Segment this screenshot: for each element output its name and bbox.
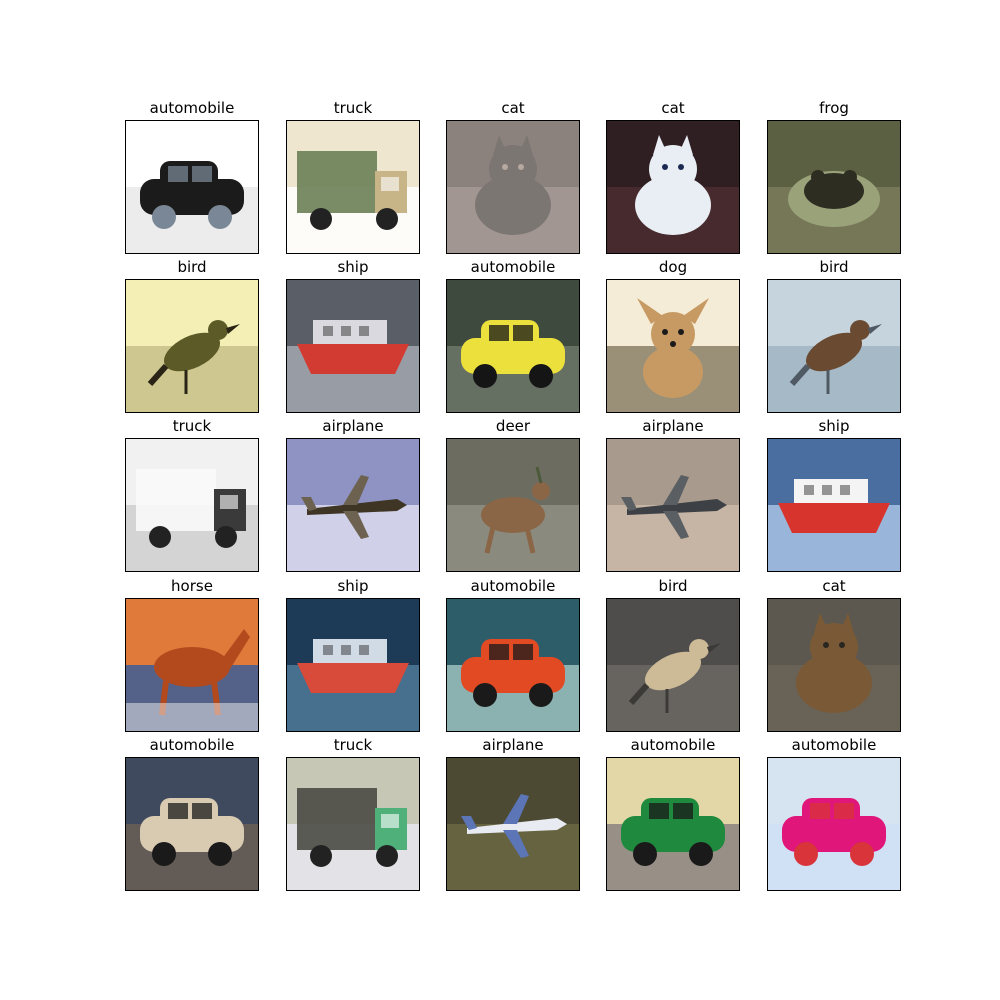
- image-title: automobile: [630, 736, 716, 754]
- image-tile: automobile: [125, 736, 259, 891]
- bird-photo: [125, 279, 259, 413]
- cat-photo: [446, 120, 580, 254]
- image-tile: automobile: [446, 258, 580, 413]
- cat-photo: [767, 598, 901, 732]
- image-title: airplane: [322, 417, 384, 435]
- image-title: ship: [337, 577, 369, 595]
- image-tile: frog: [767, 99, 901, 254]
- image-title: cat: [822, 577, 846, 595]
- image-title: automobile: [791, 736, 877, 754]
- image-tile: bird: [606, 577, 740, 732]
- image-title: bird: [177, 258, 207, 276]
- image-tile: automobile: [125, 99, 259, 254]
- car-photo: [606, 757, 740, 891]
- image-tile: cat: [446, 99, 580, 254]
- image-tile: bird: [125, 258, 259, 413]
- image-title: cat: [501, 99, 525, 117]
- airplane-photo: [446, 757, 580, 891]
- image-title: bird: [819, 258, 849, 276]
- cat-photo: [606, 120, 740, 254]
- ship-photo: [286, 279, 420, 413]
- deer-photo: [446, 438, 580, 572]
- car-photo: [446, 279, 580, 413]
- image-title: ship: [337, 258, 369, 276]
- bird-photo: [767, 279, 901, 413]
- image-tile: horse: [125, 577, 259, 732]
- image-title: frog: [819, 99, 849, 117]
- image-tile: airplane: [286, 417, 420, 572]
- truck-photo: [286, 757, 420, 891]
- image-tile: dog: [606, 258, 740, 413]
- image-tile: cat: [606, 99, 740, 254]
- car-photo: [767, 757, 901, 891]
- image-tile: truck: [286, 736, 420, 891]
- image-tile: truck: [125, 417, 259, 572]
- image-title: automobile: [149, 736, 235, 754]
- bird-photo: [606, 598, 740, 732]
- image-tile: airplane: [446, 736, 580, 891]
- dog-photo: [606, 279, 740, 413]
- image-title: cat: [661, 99, 685, 117]
- ship-photo: [767, 438, 901, 572]
- image-title: airplane: [642, 417, 704, 435]
- truck-photo: [286, 120, 420, 254]
- image-title: automobile: [149, 99, 235, 117]
- ship-photo: [286, 598, 420, 732]
- image-tile: automobile: [606, 736, 740, 891]
- image-title: ship: [818, 417, 850, 435]
- truck-photo: [125, 438, 259, 572]
- image-tile: deer: [446, 417, 580, 572]
- airplane-photo: [606, 438, 740, 572]
- car-photo: [446, 598, 580, 732]
- image-grid: automobile truck cat cat frog bird ship …: [0, 0, 1000, 1000]
- image-title: truck: [172, 417, 212, 435]
- image-tile: airplane: [606, 417, 740, 572]
- image-title: bird: [658, 577, 688, 595]
- image-tile: ship: [286, 577, 420, 732]
- image-title: horse: [171, 577, 213, 595]
- image-tile: bird: [767, 258, 901, 413]
- image-title: automobile: [470, 577, 556, 595]
- image-tile: truck: [286, 99, 420, 254]
- image-tile: cat: [767, 577, 901, 732]
- image-tile: automobile: [446, 577, 580, 732]
- image-tile: ship: [286, 258, 420, 413]
- car-photo: [125, 757, 259, 891]
- image-title: truck: [333, 99, 373, 117]
- image-title: airplane: [482, 736, 544, 754]
- image-title: automobile: [470, 258, 556, 276]
- frog-photo: [767, 120, 901, 254]
- airplane-photo: [286, 438, 420, 572]
- image-tile: ship: [767, 417, 901, 572]
- car-photo: [125, 120, 259, 254]
- image-title: dog: [658, 258, 688, 276]
- image-title: deer: [495, 417, 531, 435]
- image-tile: automobile: [767, 736, 901, 891]
- horse-photo: [125, 598, 259, 732]
- image-title: truck: [333, 736, 373, 754]
